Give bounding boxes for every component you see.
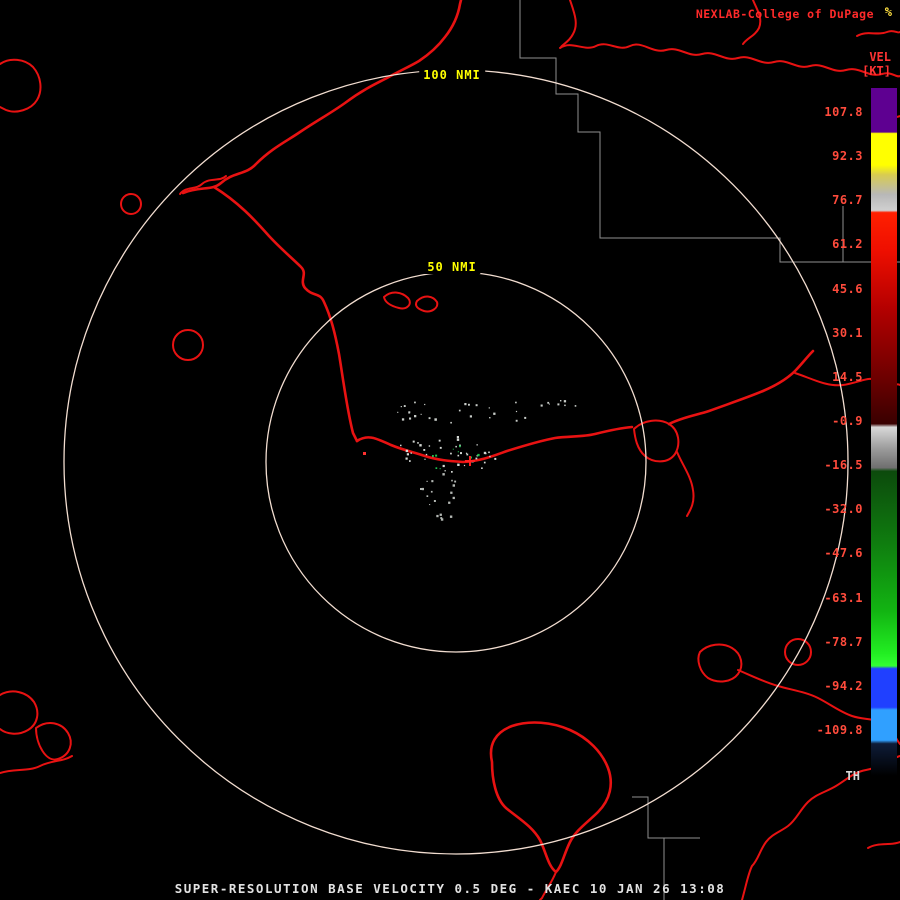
range-ring-label-50nmi: 50 NMI [423, 260, 481, 274]
velocity-colorbar [871, 88, 897, 776]
cod-logo-icon: % [884, 5, 892, 19]
river-south-of-lake [676, 451, 695, 517]
velocity-echoes [397, 400, 577, 521]
colorbar-tick-label: 14.5 [832, 369, 863, 384]
coastline-northwest-arc [181, 0, 463, 195]
colorbar-tick-label: -32.0 [824, 502, 863, 517]
small-lake-circle-2 [172, 329, 204, 361]
squiggle-top-right-b [560, 0, 577, 48]
colorbar-tick-label: -16.5 [824, 458, 863, 473]
colorbar-tick-label: 61.2 [832, 237, 863, 252]
blob-bottomleft-a [0, 690, 39, 735]
radar-map-canvas [0, 0, 900, 900]
colorbar-unit-bracket: [KT] [862, 64, 891, 78]
radar-display: NEXLAB-College of DuPage % 100 NMI 50 NM… [0, 0, 900, 900]
product-caption: SUPER-RESOLUTION BASE VELOCITY 0.5 DEG -… [174, 881, 726, 896]
boundary-line-north [519, 0, 900, 263]
coastline-central [355, 425, 634, 464]
colorbar-threshold-label: TH [845, 769, 860, 783]
island-b [414, 295, 439, 313]
colorbar-tick-label: -0.9 [832, 413, 863, 428]
line-southeast-b [741, 755, 900, 900]
island-a [383, 291, 411, 310]
blob-topleft [0, 58, 42, 113]
colorbar-tick-label: -109.8 [816, 722, 863, 737]
colorbar-tick-label: -63.1 [824, 590, 863, 605]
lake-east [633, 419, 680, 463]
red-echo-speck [363, 452, 366, 455]
colorbar-unit-label: VEL [869, 50, 891, 64]
coastline-to-center [212, 185, 359, 443]
colorbar-tick-label: 30.1 [832, 325, 863, 340]
small-lake-circle-1 [120, 193, 142, 215]
colorbar-tick-label: 45.6 [832, 281, 863, 296]
page-title: NEXLAB-College of DuPage [695, 7, 874, 21]
line-corner-southeast [867, 841, 900, 849]
squiggle-top-right-main [559, 43, 900, 78]
colorbar-tick-label: 76.7 [832, 193, 863, 208]
colorbar-tick-label: -78.7 [824, 634, 863, 649]
squiggle-top-right-d [856, 30, 900, 37]
colorbar-tick-label: 92.3 [832, 149, 863, 164]
blob-southeast [697, 643, 743, 683]
colorbar-tick-label: 107.8 [824, 105, 863, 119]
coastline-northeast-branch [667, 349, 815, 426]
blob-bottomleft-b [35, 721, 72, 761]
lagoon-south [489, 721, 612, 874]
range-ring-label-100nmi: 100 NMI [419, 68, 485, 82]
radar-site-marker [465, 456, 475, 466]
colorbar-tick-label: -47.6 [824, 546, 863, 561]
small-lake-circle-3 [784, 638, 812, 666]
colorbar-tick-label: -94.2 [824, 678, 863, 693]
